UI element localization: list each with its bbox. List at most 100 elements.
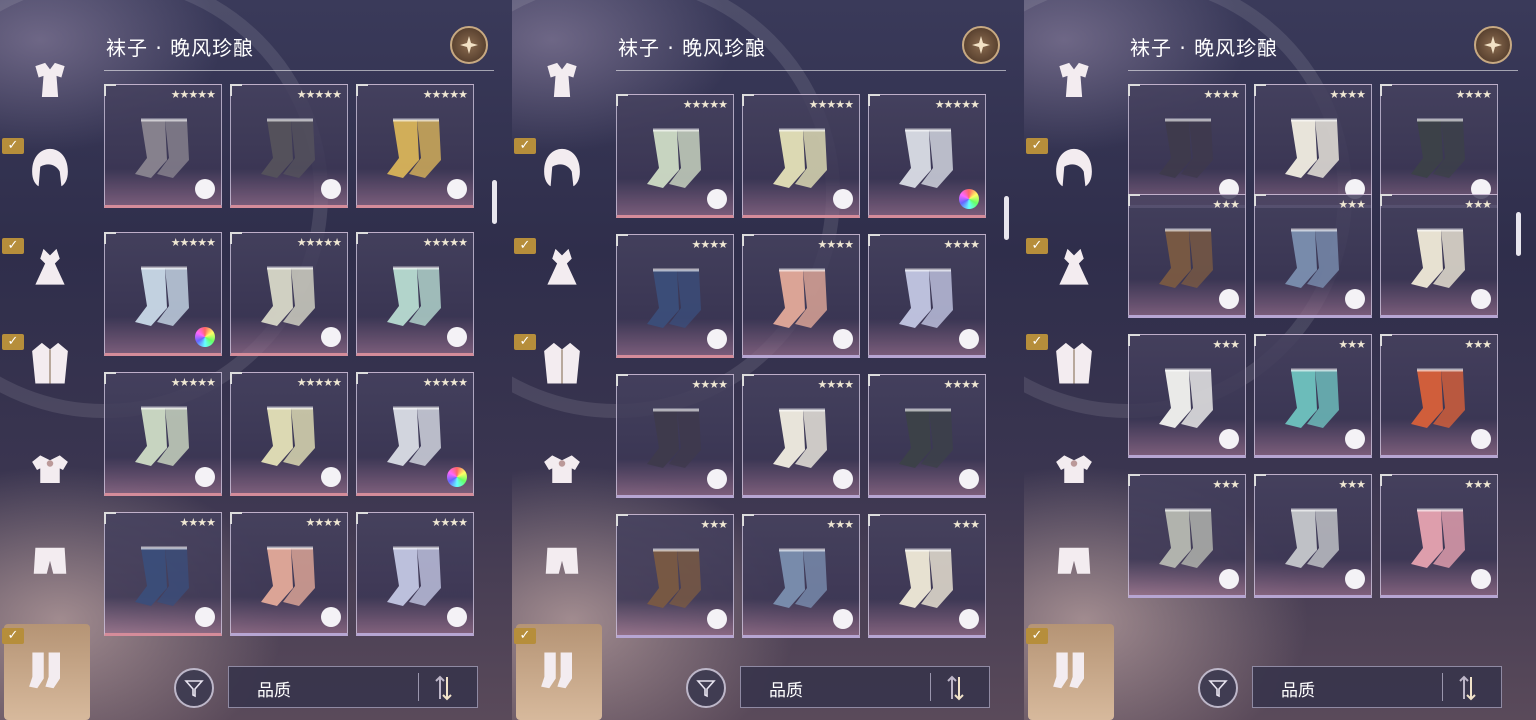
dye-palette-icon[interactable] — [959, 469, 979, 489]
dye-palette-icon[interactable] — [707, 189, 727, 209]
dye-palette-icon[interactable] — [707, 469, 727, 489]
item-tile[interactable]: ★★★★ — [742, 234, 860, 358]
category-outfit-set[interactable] — [16, 50, 84, 118]
category-top[interactable] — [16, 436, 84, 504]
item-tile[interactable]: ★★★ — [1128, 194, 1246, 318]
dye-palette-icon[interactable] — [1219, 569, 1239, 589]
sort-dropdown[interactable]: 品质 — [228, 666, 478, 708]
item-tile[interactable]: ★★★ — [1254, 474, 1372, 598]
item-tile[interactable]: ★★★★★ — [230, 84, 348, 208]
item-tile[interactable]: ★★★★ — [868, 234, 986, 358]
item-tile[interactable]: ★★★★★ — [356, 232, 474, 356]
category-outfit-set[interactable] — [1040, 50, 1108, 118]
item-tile[interactable]: ★★★ — [742, 514, 860, 638]
item-tile[interactable]: ★★★★★ — [104, 84, 222, 208]
dye-palette-icon[interactable] — [321, 179, 341, 199]
scrollbar-thumb[interactable] — [1516, 212, 1521, 256]
item-tile[interactable]: ★★★★ — [868, 374, 986, 498]
dye-palette-icon[interactable] — [447, 179, 467, 199]
scrollbar-thumb[interactable] — [492, 180, 497, 224]
category-bottom[interactable] — [1040, 530, 1108, 598]
item-tile[interactable]: ★★★★★ — [868, 94, 986, 218]
collection-badge-icon[interactable] — [1474, 26, 1512, 64]
dye-palette-icon[interactable] — [959, 329, 979, 349]
item-tile[interactable]: ★★★★ — [356, 512, 474, 636]
dye-palette-icon[interactable] — [1345, 429, 1365, 449]
category-coat[interactable] — [528, 330, 596, 398]
item-tile[interactable]: ★★★★★ — [104, 372, 222, 496]
item-tile[interactable]: ★★★★★ — [616, 94, 734, 218]
dye-palette-icon[interactable] — [959, 189, 979, 209]
item-tile[interactable]: ★★★ — [1380, 474, 1498, 598]
collection-badge-icon[interactable] — [450, 26, 488, 64]
category-hair[interactable] — [1040, 136, 1108, 204]
dye-palette-icon[interactable] — [1471, 569, 1491, 589]
sort-dropdown[interactable]: 品质 — [740, 666, 990, 708]
category-coat[interactable] — [16, 330, 84, 398]
item-tile[interactable]: ★★★★ — [104, 512, 222, 636]
sort-order-button[interactable] — [429, 673, 459, 703]
item-tile[interactable]: ★★★★★ — [104, 232, 222, 356]
dye-palette-icon[interactable] — [195, 179, 215, 199]
sort-order-button[interactable] — [941, 673, 971, 703]
item-tile[interactable]: ★★★ — [1254, 194, 1372, 318]
item-tile[interactable]: ★★★★ — [616, 234, 734, 358]
dye-palette-icon[interactable] — [195, 327, 215, 347]
item-tile[interactable]: ★★★ — [1380, 194, 1498, 318]
item-tile[interactable]: ★★★ — [616, 514, 734, 638]
category-bottom[interactable] — [528, 530, 596, 598]
category-dress[interactable] — [16, 236, 84, 304]
dye-palette-icon[interactable] — [1471, 289, 1491, 309]
item-tile[interactable]: ★★★★ — [1254, 84, 1372, 208]
item-tile[interactable]: ★★★★★ — [230, 372, 348, 496]
item-tile[interactable]: ★★★ — [1380, 334, 1498, 458]
dye-palette-icon[interactable] — [1471, 429, 1491, 449]
item-tile[interactable]: ★★★★★ — [742, 94, 860, 218]
item-tile[interactable]: ★★★ — [1128, 474, 1246, 598]
dye-palette-icon[interactable] — [833, 329, 853, 349]
dye-palette-icon[interactable] — [833, 469, 853, 489]
dye-palette-icon[interactable] — [959, 609, 979, 629]
category-dress[interactable] — [528, 236, 596, 304]
dye-palette-icon[interactable] — [447, 467, 467, 487]
item-tile[interactable]: ★★★ — [1128, 334, 1246, 458]
item-tile[interactable]: ★★★★★ — [230, 232, 348, 356]
item-tile[interactable]: ★★★★★ — [356, 84, 474, 208]
dye-palette-icon[interactable] — [707, 329, 727, 349]
category-hair[interactable] — [16, 136, 84, 204]
category-top[interactable] — [1040, 436, 1108, 504]
category-hair[interactable] — [528, 136, 596, 204]
category-outfit-set[interactable] — [528, 50, 596, 118]
item-tile[interactable]: ★★★ — [868, 514, 986, 638]
item-tile[interactable]: ★★★★ — [1128, 84, 1246, 208]
category-dress[interactable] — [1040, 236, 1108, 304]
filter-button[interactable] — [174, 668, 214, 708]
filter-button[interactable] — [1198, 668, 1238, 708]
dye-palette-icon[interactable] — [195, 467, 215, 487]
dye-palette-icon[interactable] — [1219, 429, 1239, 449]
sort-dropdown[interactable]: 品质 — [1252, 666, 1502, 708]
dye-palette-icon[interactable] — [1219, 289, 1239, 309]
category-coat[interactable] — [1040, 330, 1108, 398]
collection-badge-icon[interactable] — [962, 26, 1000, 64]
dye-palette-icon[interactable] — [321, 607, 341, 627]
dye-palette-icon[interactable] — [1345, 569, 1365, 589]
filter-button[interactable] — [686, 668, 726, 708]
item-tile[interactable]: ★★★★ — [742, 374, 860, 498]
item-tile[interactable]: ★★★★ — [616, 374, 734, 498]
dye-palette-icon[interactable] — [1345, 289, 1365, 309]
item-tile[interactable]: ★★★★★ — [356, 372, 474, 496]
scrollbar-thumb[interactable] — [1004, 196, 1009, 240]
dye-palette-icon[interactable] — [707, 609, 727, 629]
category-top[interactable] — [528, 436, 596, 504]
item-tile[interactable]: ★★★ — [1254, 334, 1372, 458]
item-tile[interactable]: ★★★★ — [230, 512, 348, 636]
dye-palette-icon[interactable] — [833, 609, 853, 629]
dye-palette-icon[interactable] — [195, 607, 215, 627]
dye-palette-icon[interactable] — [321, 327, 341, 347]
sort-order-button[interactable] — [1453, 673, 1483, 703]
category-bottom[interactable] — [16, 530, 84, 598]
dye-palette-icon[interactable] — [833, 189, 853, 209]
dye-palette-icon[interactable] — [447, 607, 467, 627]
dye-palette-icon[interactable] — [321, 467, 341, 487]
